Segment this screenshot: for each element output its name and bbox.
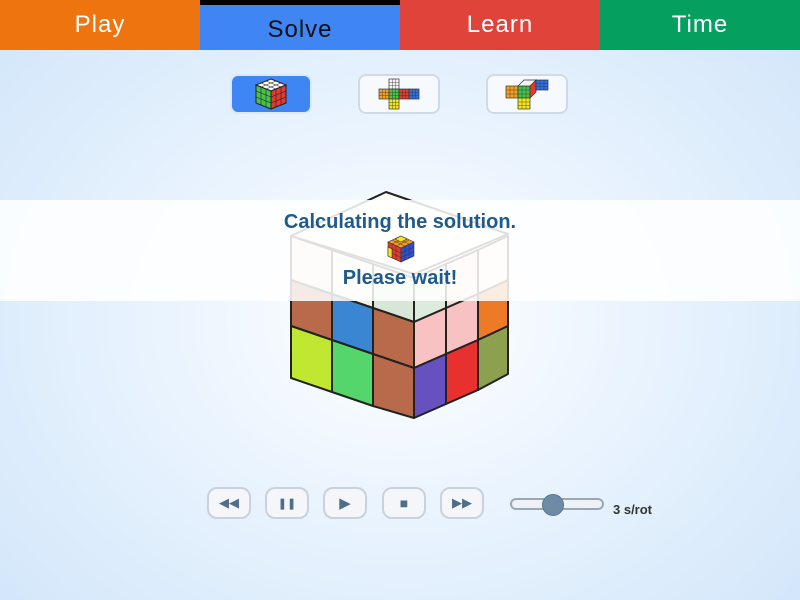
play-button[interactable]: ▶ <box>323 487 367 519</box>
cube-3d-view-icon <box>254 78 288 110</box>
mode-tabs: Play Solve Learn Time <box>0 0 800 50</box>
tab-time-label: Time <box>671 11 729 38</box>
view-selector <box>0 74 800 118</box>
stop-icon: ■ <box>399 495 409 511</box>
please-wait-message: Please wait! <box>342 267 458 289</box>
calculating-message: Calculating the solution. <box>283 211 517 233</box>
tab-time[interactable]: Time <box>600 0 800 50</box>
cube-cross-net-button[interactable] <box>358 74 440 114</box>
speed-slider-handle[interactable] <box>542 494 564 516</box>
tab-learn-label: Learn <box>466 11 534 38</box>
fast-forward-button[interactable]: ▶▶ <box>440 487 484 519</box>
speed-slider[interactable] <box>510 494 604 516</box>
tab-play[interactable]: Play <box>0 0 200 50</box>
cube-unfolded-3d-icon <box>505 79 549 110</box>
pause-icon: ❚❚ <box>277 497 297 510</box>
tab-play-label: Play <box>74 11 126 38</box>
speed-label: 3 s/rot <box>613 502 653 517</box>
cube-unfolded-3d-button[interactable] <box>486 74 568 114</box>
playback-controls: ◀◀ ❚❚ ▶ ■ ▶▶ 3 s/rot <box>0 487 800 521</box>
cube-3d-view-button[interactable] <box>230 74 312 114</box>
tab-solve-label: Solve <box>267 15 333 43</box>
stop-button[interactable]: ■ <box>382 487 426 519</box>
pause-button[interactable]: ❚❚ <box>265 487 309 519</box>
rewind-icon: ◀◀ <box>219 495 239 510</box>
spinner-cube-icon <box>387 235 415 263</box>
tab-learn[interactable]: Learn <box>400 0 600 50</box>
cube-cross-net-icon <box>378 78 420 110</box>
play-icon: ▶ <box>339 495 351 512</box>
rewind-button[interactable]: ◀◀ <box>207 487 251 519</box>
fast-forward-icon: ▶▶ <box>452 495 472 510</box>
tab-solve[interactable]: Solve <box>200 0 400 50</box>
